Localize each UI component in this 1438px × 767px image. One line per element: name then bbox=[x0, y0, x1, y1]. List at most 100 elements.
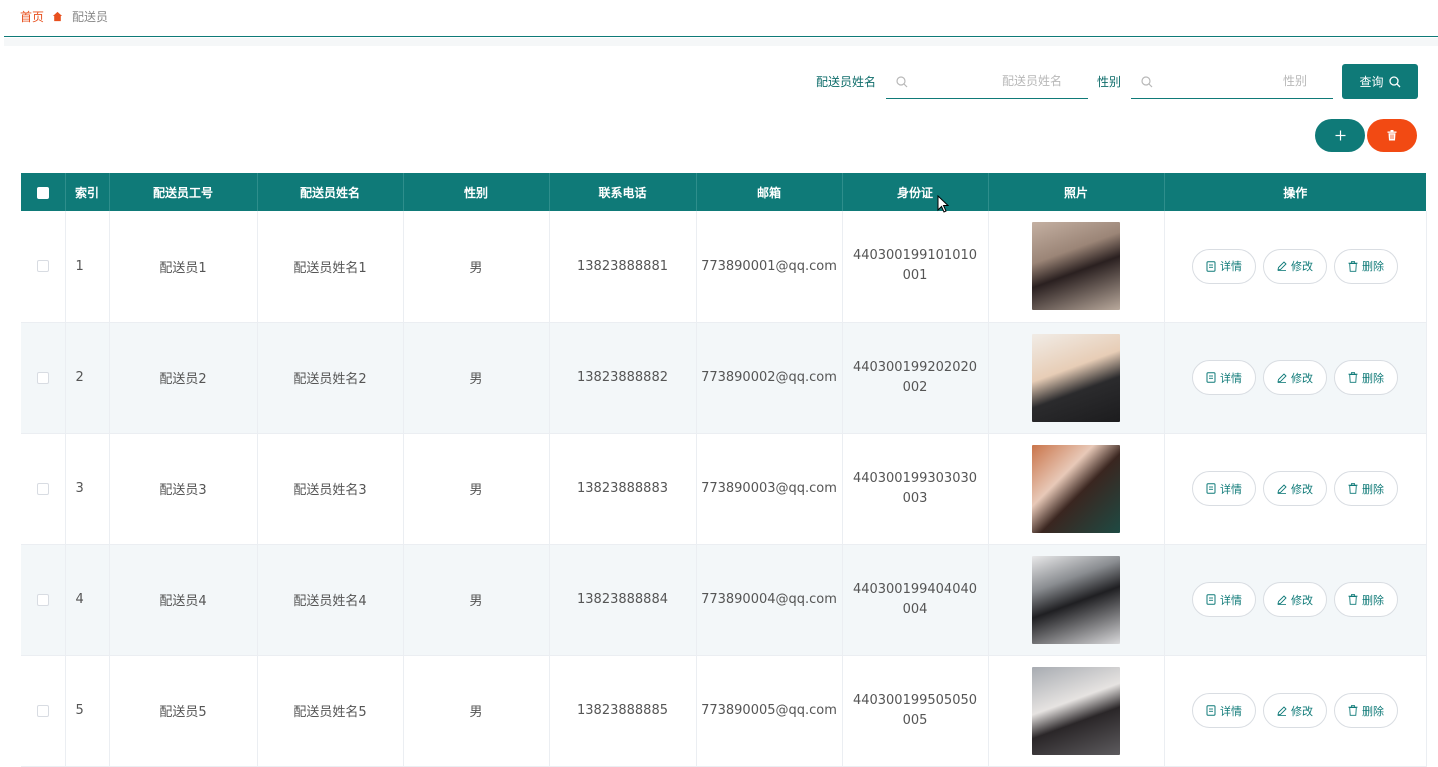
delete-button[interactable]: 删除 bbox=[1334, 360, 1398, 395]
photo-cell bbox=[988, 322, 1165, 434]
pencil-icon bbox=[1277, 261, 1287, 272]
idcard-text: 440300199303030003 bbox=[852, 470, 978, 506]
select-all-cell bbox=[21, 173, 66, 211]
idcard-cell: 440300199101010001 bbox=[842, 211, 989, 323]
row-checkbox[interactable] bbox=[36, 260, 49, 273]
detail-button[interactable]: 详情 bbox=[1192, 248, 1256, 284]
trash-icon bbox=[1348, 372, 1358, 383]
pencil-icon bbox=[1277, 705, 1287, 716]
delete-button[interactable]: 删除 bbox=[1334, 582, 1398, 617]
trash-icon bbox=[1387, 130, 1397, 141]
courier-photo[interactable] bbox=[1032, 333, 1120, 422]
detail-button-label: 详情 bbox=[1220, 371, 1242, 385]
phone-cell: 13823888883 bbox=[549, 433, 697, 545]
column-header: 索引 bbox=[65, 173, 110, 211]
courier-id-cell: 配送员1 bbox=[109, 211, 258, 323]
courier-name-cell: 配送员姓名1 bbox=[257, 211, 404, 323]
select-all-checkbox[interactable] bbox=[36, 186, 49, 199]
column-header: 邮箱 bbox=[696, 173, 843, 211]
row-checkbox[interactable] bbox=[36, 593, 49, 606]
mouse-cursor-icon bbox=[937, 195, 949, 213]
phone-cell: 13823888882 bbox=[549, 322, 697, 434]
trash-icon bbox=[1348, 705, 1358, 716]
row-select-cell bbox=[21, 322, 66, 434]
phone-cell: 13823888881 bbox=[549, 211, 697, 323]
row-select-cell bbox=[21, 655, 66, 767]
edit-button[interactable]: 修改 bbox=[1263, 360, 1327, 395]
row-checkbox[interactable] bbox=[36, 482, 49, 495]
edit-button-label: 修改 bbox=[1291, 260, 1313, 274]
table-row: 5 配送员5 配送员姓名5 男 13823888885 773890005@qq.com 4… bbox=[21, 655, 1427, 767]
photo-cell bbox=[988, 655, 1165, 767]
edit-button[interactable]: 修改 bbox=[1263, 248, 1327, 284]
email-cell: 773890004@qq.com bbox=[696, 544, 843, 656]
index-cell: 1 bbox=[65, 211, 110, 323]
courier-photo[interactable] bbox=[1032, 555, 1120, 644]
courier-id-cell: 配送员3 bbox=[109, 433, 258, 545]
breadcrumb: 首页 配送员 bbox=[20, 8, 108, 24]
detail-button[interactable]: 详情 bbox=[1192, 582, 1256, 617]
row-select-cell bbox=[21, 211, 66, 323]
courier-photo[interactable] bbox=[1032, 666, 1120, 755]
breadcrumb-home-link[interactable]: 首页 bbox=[20, 8, 44, 25]
column-header: 操作 bbox=[1164, 173, 1426, 211]
courier-name-cell: 配送员姓名3 bbox=[257, 433, 404, 545]
document-icon bbox=[1206, 483, 1216, 494]
edit-button[interactable]: 修改 bbox=[1263, 693, 1327, 728]
phone-cell: 13823888884 bbox=[549, 544, 697, 656]
column-header: 配送员姓名 bbox=[257, 173, 404, 211]
detail-button[interactable]: 详情 bbox=[1192, 471, 1256, 506]
delete-button-label: 删除 bbox=[1362, 260, 1384, 274]
delete-button[interactable]: 删除 bbox=[1334, 471, 1398, 506]
table-row: 3 配送员3 配送员姓名3 男 13823888883 773890003@qq.com 4… bbox=[21, 433, 1427, 545]
search-icon bbox=[1388, 75, 1400, 87]
name-search-input[interactable] bbox=[885, 64, 1088, 98]
add-button[interactable] bbox=[1315, 119, 1365, 152]
detail-button-label: 详情 bbox=[1220, 593, 1242, 607]
gender-cell: 男 bbox=[403, 322, 550, 434]
row-checkbox[interactable] bbox=[36, 704, 49, 717]
document-icon bbox=[1206, 594, 1216, 605]
row-select-cell bbox=[21, 433, 66, 545]
photo-cell bbox=[988, 544, 1165, 656]
delete-button[interactable]: 删除 bbox=[1334, 693, 1398, 728]
table-row: 2 配送员2 配送员姓名2 男 13823888882 773890002@qq.com 4… bbox=[21, 322, 1427, 434]
gender-cell: 男 bbox=[403, 433, 550, 545]
idcard-cell: 440300199202020002 bbox=[842, 322, 989, 434]
actions-cell: 详情 修改 删除 bbox=[1164, 544, 1427, 656]
courier-id-cell: 配送员2 bbox=[109, 322, 258, 434]
search-bar: 配送员姓名 性别 查询 bbox=[816, 64, 1418, 99]
query-button[interactable]: 查询 bbox=[1342, 64, 1418, 99]
gender-search-field bbox=[1131, 64, 1333, 99]
email-cell: 773890002@qq.com bbox=[696, 322, 843, 434]
edit-button-label: 修改 bbox=[1291, 371, 1313, 385]
edit-button[interactable]: 修改 bbox=[1263, 582, 1327, 617]
idcard-cell: 440300199505050005 bbox=[842, 655, 989, 767]
document-icon bbox=[1206, 705, 1216, 716]
actions-cell: 详情 修改 删除 bbox=[1164, 433, 1427, 545]
detail-button[interactable]: 详情 bbox=[1192, 693, 1256, 728]
plus-icon bbox=[1335, 130, 1345, 141]
courier-id-cell: 配送员5 bbox=[109, 655, 258, 767]
courier-name-cell: 配送员姓名4 bbox=[257, 544, 404, 656]
trash-icon bbox=[1348, 483, 1358, 494]
delete-button-label: 删除 bbox=[1362, 593, 1384, 607]
row-checkbox[interactable] bbox=[36, 371, 49, 384]
gender-search-input[interactable] bbox=[1131, 64, 1333, 98]
edit-button[interactable]: 修改 bbox=[1263, 471, 1327, 506]
name-search-field bbox=[885, 64, 1088, 99]
column-header: 性别 bbox=[403, 173, 550, 211]
detail-button-label: 详情 bbox=[1220, 704, 1242, 718]
gender-cell: 男 bbox=[403, 211, 550, 323]
email-cell: 773890001@qq.com bbox=[696, 211, 843, 323]
detail-button[interactable]: 详情 bbox=[1192, 360, 1256, 395]
gender-cell: 男 bbox=[403, 655, 550, 767]
idcard-cell: 440300199303030003 bbox=[842, 433, 989, 545]
idcard-text: 440300199202020002 bbox=[852, 359, 978, 395]
courier-photo[interactable] bbox=[1032, 222, 1120, 311]
table-header-row: 索引 配送员工号 配送员姓名 性别 联系电话 邮箱 身份证 照片 操作 bbox=[21, 173, 1426, 211]
bulk-delete-button[interactable] bbox=[1367, 119, 1417, 152]
column-header: 照片 bbox=[988, 173, 1165, 211]
delete-button[interactable]: 删除 bbox=[1334, 248, 1398, 284]
courier-photo[interactable] bbox=[1032, 444, 1120, 533]
